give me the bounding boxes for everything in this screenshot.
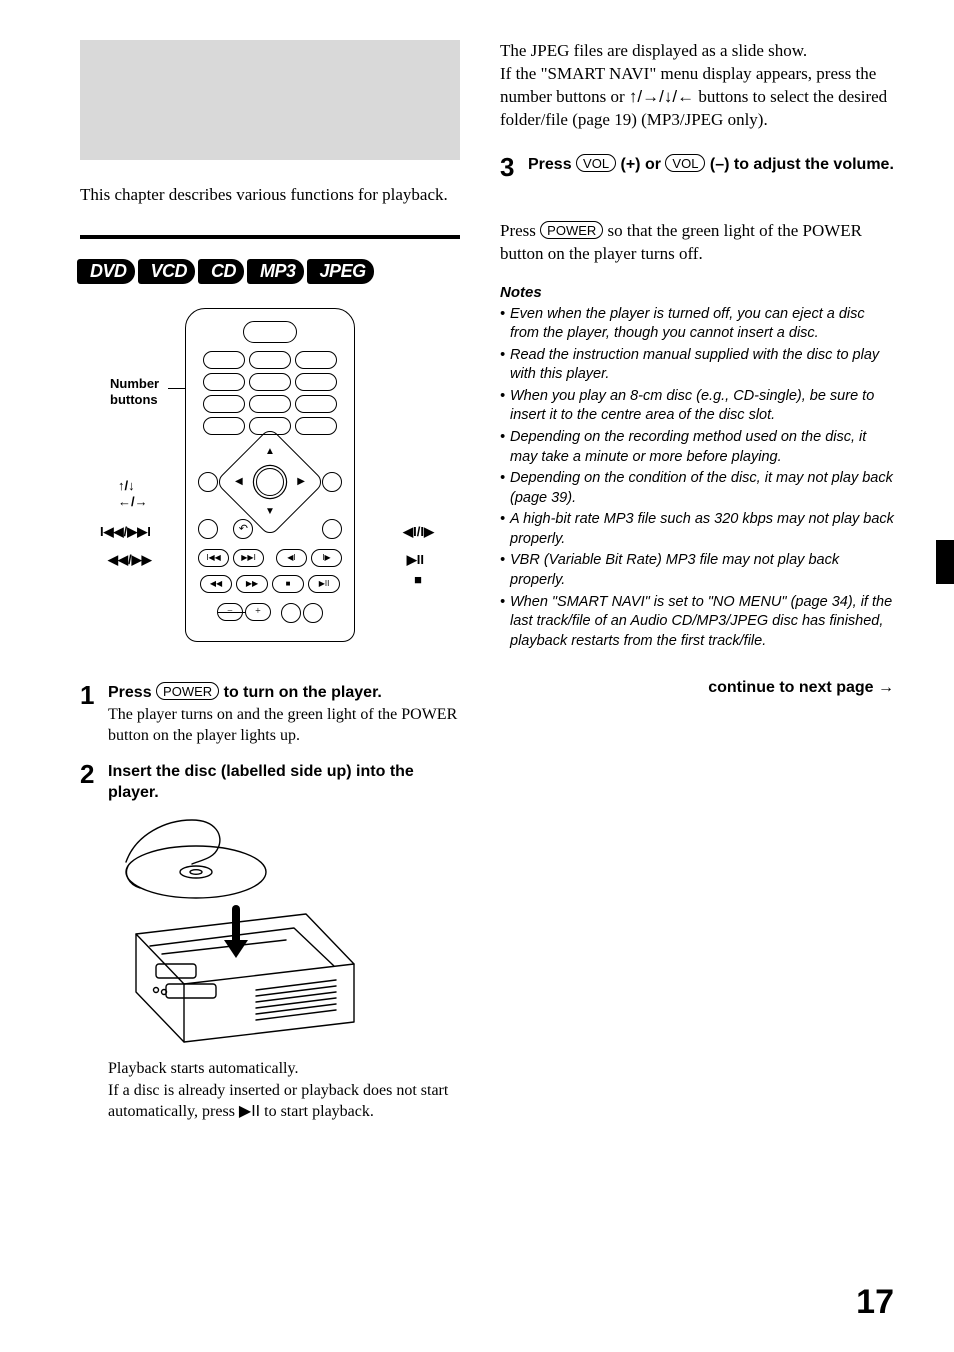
arrow-right-icon: ▶ xyxy=(297,477,305,487)
remote-top-button xyxy=(243,321,297,343)
step-3: 3 Press VOL (+) or VOL (–) to adjust the… xyxy=(500,154,894,180)
step2-desc: Playback starts automatically. If a disc… xyxy=(108,1058,460,1123)
side-tab xyxy=(936,540,954,584)
note-item: When "SMART NAVI" is set to "NO MENU" (p… xyxy=(500,593,894,652)
circle-button xyxy=(303,603,323,623)
arrow-up-icon: ▲ xyxy=(265,447,275,457)
note-item: Depending on the recording method used o… xyxy=(500,428,894,467)
callout-number-buttons: Number buttons xyxy=(110,376,170,407)
arrow-down-icon: ▼ xyxy=(265,507,275,517)
remote-figure: Number buttons ↑/↓ ←/→ I◀◀/▶▶I ◀◀/▶▶ ◀I/… xyxy=(120,308,420,642)
step1-desc: The player turns on and the green light … xyxy=(108,704,460,747)
intro-text: This chapter describes various functions… xyxy=(80,184,460,207)
section-rule xyxy=(80,235,460,239)
circle-button xyxy=(281,603,301,623)
callout-prevnext: I◀◀/▶▶I xyxy=(100,524,151,540)
circle-button xyxy=(322,472,342,492)
notes-list: Even when the player is turned off, you … xyxy=(500,305,894,652)
vol-key-icon: VOL xyxy=(576,154,616,172)
prev-icon: I◀◀ xyxy=(198,549,229,567)
rewind-icon: ◀◀ xyxy=(200,575,232,593)
badge-jpeg: JPEG xyxy=(310,259,374,284)
notes-heading: Notes xyxy=(500,284,894,301)
note-item: VBR (Variable Bit Rate) MP3 file may not… xyxy=(500,551,894,590)
playpause-icon: ▶II xyxy=(308,575,340,593)
step-number: 3 xyxy=(500,154,518,180)
step-number: 2 xyxy=(80,761,98,804)
insert-disc-figure xyxy=(106,814,366,1044)
badge-vcd: VCD xyxy=(141,259,196,284)
note-item: Read the instruction manual supplied wit… xyxy=(500,346,894,385)
callout-playpause: ▶II xyxy=(407,552,424,568)
nav-glyphs-icon: ↑/→/↓/← xyxy=(629,87,694,106)
stop-icon: ■ xyxy=(272,575,304,593)
badge-dvd: DVD xyxy=(80,259,135,284)
callout-step: ◀I/I▶ xyxy=(403,524,434,540)
format-badges: DVD VCD CD MP3 JPEG xyxy=(80,259,460,284)
note-item: Even when the player is turned off, you … xyxy=(500,305,894,344)
step-back-icon: ◀I xyxy=(276,549,307,567)
badge-cd: CD xyxy=(201,259,244,284)
vol-plus-icon: + xyxy=(245,603,271,621)
circle-button xyxy=(322,519,342,539)
power-key-icon: POWER xyxy=(540,221,603,239)
arrow-left-icon: ◀ xyxy=(235,477,243,487)
power-off-text: Press POWER so that the green light of t… xyxy=(500,220,894,266)
step-fwd-icon: I▶ xyxy=(311,549,342,567)
chapter-heading-placeholder xyxy=(80,40,460,160)
callout-leftright: ←/→ xyxy=(118,494,148,510)
step-2: 2 Insert the disc (labelled side up) int… xyxy=(80,761,460,804)
playpause-glyph-icon: ▶II xyxy=(239,1103,260,1120)
note-item: When you play an 8-cm disc (e.g., CD-sin… xyxy=(500,387,894,426)
note-item: A high-bit rate MP3 file such as 320 kbp… xyxy=(500,510,894,549)
vol-key-icon: VOL xyxy=(665,154,705,172)
step-number: 1 xyxy=(80,682,98,747)
page-number: 17 xyxy=(856,1283,894,1322)
dpad: ▲ ▼ ◀ ▶ xyxy=(231,443,309,521)
step2-desc-2b: to start playback. xyxy=(260,1103,374,1120)
badge-mp3: MP3 xyxy=(250,259,304,284)
step2-desc-line1: Playback starts automatically. xyxy=(108,1058,460,1080)
note-item: Depending on the condition of the disc, … xyxy=(500,469,894,508)
fastfwd-icon: ▶▶ xyxy=(236,575,268,593)
callout-rewff: ◀◀/▶▶ xyxy=(108,552,152,568)
step2-bold: Insert the disc (labelled side up) into … xyxy=(108,763,414,802)
power-key-icon: POWER xyxy=(156,682,219,700)
callout-updown: ↑/↓ xyxy=(118,478,135,494)
step1-lead: Press xyxy=(108,684,156,701)
vol-bar-icon xyxy=(218,612,246,613)
next-icon: ▶▶I xyxy=(233,549,264,567)
step-1: 1 Press POWER to turn on the player. The… xyxy=(80,682,460,747)
circle-button xyxy=(198,519,218,539)
rcol-p2: If the "SMART NAVI" menu display appears… xyxy=(500,63,894,132)
rcol-p1: The JPEG files are displayed as a slide … xyxy=(500,40,894,63)
return-icon: ↶ xyxy=(233,519,253,539)
remote-body: ▲ ▼ ◀ ▶ ↶ xyxy=(185,308,355,642)
circle-button xyxy=(198,472,218,492)
continue-next-page: continue to next page → xyxy=(500,679,894,697)
callout-stop: ■ xyxy=(414,572,422,588)
step1-tail: to turn on the player. xyxy=(219,684,382,701)
